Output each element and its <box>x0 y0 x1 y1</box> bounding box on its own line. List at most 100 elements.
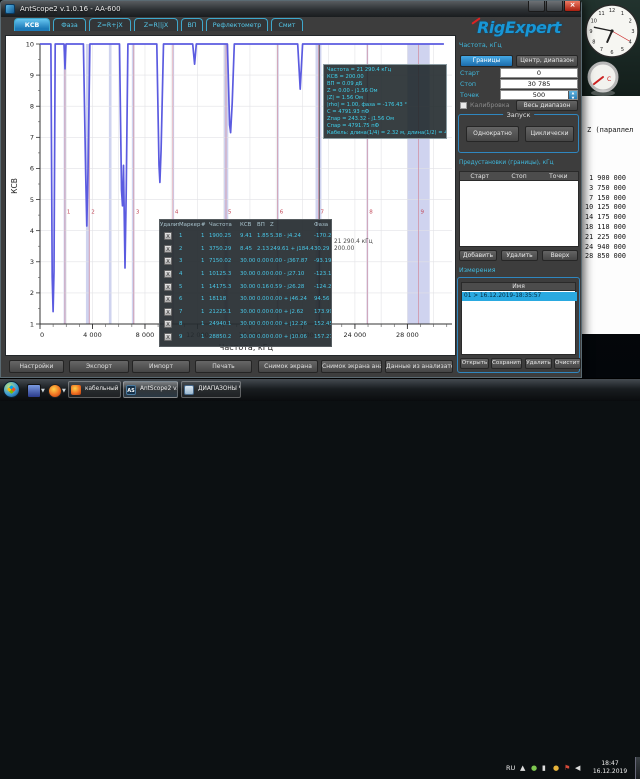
marker-cell: 8.45 <box>240 246 257 252</box>
status-icon[interactable]: ● <box>531 764 537 772</box>
marker-cell: 1 <box>179 233 201 239</box>
marker-table-header-cell: Фаза <box>314 222 331 228</box>
measurement-save-button[interactable]: Сохранить <box>491 358 522 369</box>
run-single-button[interactable]: Однократно <box>466 126 519 142</box>
window-title: AntScope2 v.1.0.16 - AA-600 <box>20 5 121 13</box>
svg-text:28 000: 28 000 <box>396 331 419 339</box>
tooltip-line: ВП = 0.09 дБ <box>327 81 443 88</box>
marker-row: X111900.259.411.855.38 - j4.24-170.24 <box>160 230 331 243</box>
marker-number: 3 <box>136 210 140 216</box>
tooltip-line: |rho| = 1.00, фаза = -176.43 ° <box>327 102 443 109</box>
tab-tdr[interactable]: Рефлектометр <box>206 18 268 31</box>
firefox-quicklaunch-icon[interactable] <box>48 384 62 398</box>
run-cyclic-button[interactable]: Циклически <box>525 126 574 142</box>
titlebar[interactable]: AntScope2 v.1.0.16 - AA-600 × <box>1 1 581 17</box>
tab-swr[interactable]: КСВ <box>14 18 50 31</box>
flag-icon[interactable]: ⚑ <box>564 764 570 772</box>
print-button[interactable]: Печать <box>195 360 252 373</box>
points-spinner[interactable]: ▲▼ <box>568 91 577 99</box>
marker-cell: 0.00 + j2.62 <box>270 309 314 315</box>
svg-text:11: 11 <box>598 11 604 17</box>
marker-cell: 9 <box>179 334 201 340</box>
firefox-icon <box>71 385 81 395</box>
hidden-icons-chevron-icon[interactable]: ▲ <box>520 764 525 772</box>
marker-cell: 10125.3 <box>209 271 240 277</box>
marker-delete-button[interactable]: X <box>164 283 172 291</box>
presets-header: Старт Стоп Точки <box>459 171 579 181</box>
preset-add-button[interactable]: Добавить <box>459 250 497 261</box>
volume-icon[interactable]: ◀ <box>575 764 580 772</box>
y-axis-label: КСВ <box>10 178 19 194</box>
full-range-button[interactable]: Весь диапазон <box>516 100 578 111</box>
marker-cell: 1900.25 <box>209 233 240 239</box>
chevron-down-icon[interactable]: ▼ <box>62 388 66 394</box>
screenshot-button[interactable]: Снимок экрана <box>258 360 318 373</box>
language-indicator[interactable]: RU <box>506 764 515 772</box>
tab-z-parallel[interactable]: Z=R||jX <box>134 18 178 31</box>
marker-delete-button[interactable]: X <box>164 257 172 265</box>
presets-list[interactable] <box>459 181 579 247</box>
start-button[interactable] <box>3 381 20 398</box>
bounds-mode-button[interactable]: Границы <box>460 55 513 67</box>
preset-remove-button[interactable]: Удалить <box>501 250 538 261</box>
measurement-open-button[interactable]: Открыть <box>460 358 489 369</box>
marker-delete-button[interactable]: X <box>164 232 172 240</box>
taskbar-clock[interactable]: 18:47 16.12.2019 <box>588 760 632 776</box>
save-quicklaunch-icon[interactable] <box>27 384 41 398</box>
tooltip-line: Частота = 21 290.4 кГц <box>327 67 443 74</box>
antscope-icon: AS <box>126 385 136 395</box>
document-icon <box>184 385 194 395</box>
stop-input[interactable]: 30 785 <box>500 79 578 89</box>
tab-z-series[interactable]: Z=R+jX <box>89 18 131 31</box>
tab-phase[interactable]: Фаза <box>53 18 86 31</box>
svg-text:4: 4 <box>30 227 34 235</box>
close-button[interactable]: × <box>564 1 581 12</box>
settings-button[interactable]: Настройки <box>9 360 64 373</box>
marker-row: X9128850.230.000.000.00 + j10.06157.27 <box>160 331 331 344</box>
analyzer-screenshot-button[interactable]: Снимок экрана анализатора <box>321 360 382 373</box>
marker-delete-button[interactable]: X <box>164 270 172 278</box>
update-icon[interactable]: ● <box>553 764 559 772</box>
svg-text:10: 10 <box>26 40 34 48</box>
maximize-button[interactable] <box>546 1 563 12</box>
start-input[interactable]: 0 <box>500 68 578 78</box>
marker-delete-button[interactable]: X <box>164 295 172 303</box>
marker-cell: 94.56 <box>314 296 331 302</box>
tooltip-line: Z = 0.00 - j1.56 Ом <box>327 88 443 95</box>
network-icon[interactable]: ▮ <box>542 764 546 772</box>
svg-text:2: 2 <box>30 289 34 297</box>
points-input[interactable]: 500 ▲▼ <box>500 90 578 100</box>
marker-cell: 30.29 <box>314 246 331 252</box>
marker-delete-button[interactable]: X <box>164 308 172 316</box>
taskbar-item-antscope[interactable]: AS AntScope2 v.1.0.1... <box>123 381 178 398</box>
marker-delete-button[interactable]: X <box>164 320 172 328</box>
show-desktop-button[interactable] <box>635 757 640 779</box>
calibration-checkbox[interactable] <box>460 102 467 109</box>
chevron-down-icon[interactable]: ▼ <box>41 388 45 394</box>
import-button[interactable]: Импорт <box>132 360 190 373</box>
svg-text:5: 5 <box>30 196 34 204</box>
marker-number: 6 <box>280 210 284 216</box>
marker-table-header-cell: КСВ <box>240 222 257 228</box>
tab-return-loss[interactable]: ВП <box>181 18 203 31</box>
taskbar-item-browser[interactable]: кабельный поет... <box>68 381 121 398</box>
center-span-mode-button[interactable]: Центр, диапазон <box>516 55 578 67</box>
marker-cell: 7 <box>179 309 201 315</box>
marker-delete-button[interactable]: X <box>164 245 172 253</box>
preset-up-button[interactable]: Вверх <box>542 250 578 261</box>
svg-text:8 000: 8 000 <box>136 331 155 339</box>
export-button[interactable]: Экспорт <box>69 360 129 373</box>
minimize-button[interactable] <box>528 1 545 12</box>
taskbar-item-document[interactable]: ДИАПАЗОНЫ ЧА... <box>181 381 241 398</box>
tab-smith[interactable]: Смит <box>271 18 303 31</box>
marker-cell: -123.11 <box>314 271 331 277</box>
analyzer-data-button[interactable]: Данные из анализатора <box>385 360 453 373</box>
marker-delete-button[interactable]: X <box>164 333 172 341</box>
marker-cell: 0.00 <box>257 334 270 340</box>
marker-cell: 3 <box>179 258 201 264</box>
points-label: Точек <box>460 92 479 99</box>
measurement-delete-button[interactable]: Удалить <box>525 358 552 369</box>
measurement-clear-button[interactable]: Очистить <box>554 358 581 369</box>
measurement-row-selected[interactable]: 01 > 16.12.2019-18:35:57 <box>462 292 577 301</box>
svg-text:9: 9 <box>589 29 592 35</box>
